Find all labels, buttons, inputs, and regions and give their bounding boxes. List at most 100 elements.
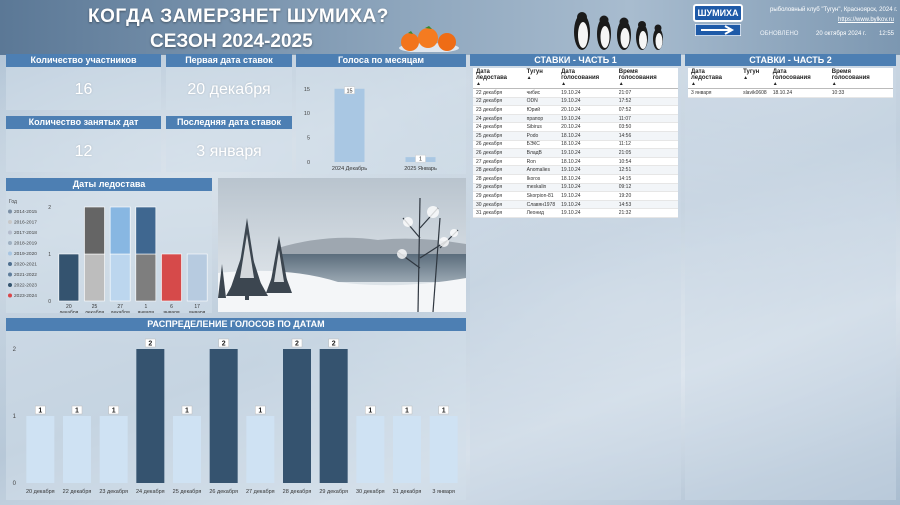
table-cell: Ikoros: [523, 174, 559, 184]
column-header[interactable]: Дата ледостава ▲: [688, 68, 741, 89]
legend-item: 2016-2017: [14, 220, 37, 226]
table-cell: прапор: [523, 114, 559, 124]
table-cell: Славян1978: [523, 200, 559, 210]
sort-icon[interactable]: ▲: [561, 81, 613, 87]
table-cell: 14:56: [615, 131, 678, 141]
column-header[interactable]: Тугун ▲: [523, 68, 559, 89]
table-row[interactable]: 30 декабря Славян1978 19.10.24 14:53: [473, 200, 678, 210]
y-tick-label: 0: [48, 299, 51, 305]
y-tick-label: 5: [307, 136, 310, 142]
winter-lake-photo: [218, 178, 466, 312]
table-row[interactable]: 22 декабря ODN 19.10.24 17:52: [473, 97, 678, 107]
ice-dates-chart: Год 2014-2015 2016-2017 2017-2018 2018-2019 2…: [8, 199, 208, 316]
sort-icon[interactable]: ▲: [619, 81, 675, 87]
votes-by-month-card: Голоса по месяцам 0 5 10 15 15 2024 Декабрь 1 2…: [296, 54, 466, 174]
table-row[interactable]: 31 декабря Леонид 19.10.24 21:32: [473, 208, 678, 218]
kpi-label: Количество участников: [6, 54, 161, 67]
club-info: рыболовный клуб "Тугун", Красноярск, 202…: [770, 7, 898, 13]
data-label: 2: [295, 341, 299, 348]
column-header[interactable]: Дата голосования ▲: [558, 68, 616, 89]
sort-icon[interactable]: ▲: [527, 75, 556, 81]
table-cell: Skorpion-81: [523, 191, 559, 201]
bar-segment: [109, 253, 131, 302]
table-cell: чибис: [523, 88, 559, 98]
y-tick-label: 15: [304, 87, 310, 93]
data-label: 1: [112, 408, 116, 415]
table-cell: 19.10.24: [558, 208, 616, 218]
kpi-label: Количество занятых дат: [6, 116, 161, 129]
table-cell: 19.10.24: [558, 114, 616, 124]
sort-icon[interactable]: ▲: [832, 81, 890, 87]
table-cell: 07:52: [615, 105, 678, 115]
table-row[interactable]: 26 декабря БЭКС 18.10.24 11:12: [473, 140, 678, 150]
table-cell: Anomalies: [523, 165, 559, 175]
bar-segment: [84, 206, 105, 255]
column-header[interactable]: Дата ледостава ▲: [473, 68, 524, 89]
y-tick-label: 2: [13, 347, 17, 353]
table-row[interactable]: 28 декабря Ikoros 18.10.24 14:15: [473, 174, 678, 184]
bar: [334, 88, 365, 162]
penguins-image: [574, 12, 663, 50]
table-cell: 23 декабря: [473, 105, 524, 115]
bar: [429, 416, 458, 483]
page-title: КОГДА ЗАМЕРЗНЕТ ШУМИХА?: [88, 6, 389, 27]
table-row[interactable]: 24 декабря Sibirus 20.10.24 03:50: [473, 122, 678, 132]
y-tick-label: 0: [13, 481, 17, 487]
header-banner: КОГДА ЗАМЕРЗНЕТ ШУМИХА? СЕЗОН 2024-2025 …: [0, 0, 900, 55]
data-label: 15: [346, 88, 352, 94]
bar-segment: [135, 253, 157, 302]
table-cell: 19.10.24: [558, 191, 616, 201]
table-cell: 18.10.24: [558, 174, 616, 184]
table-row[interactable]: 25 декабря Podo 18.10.24 14:56: [473, 131, 678, 141]
table-cell: 11:12: [615, 140, 678, 150]
table-cell: 20.10.24: [558, 105, 616, 115]
table-row[interactable]: 29 декабря meskalin 19.10.24 09:12: [473, 183, 678, 193]
table-cell: 26 декабря: [473, 140, 524, 150]
votes-by-month-chart: 0 5 10 15 15 2024 Декабрь 1 2025 Январь: [304, 86, 437, 172]
updated-date: 20 октября 2024 г.: [816, 31, 867, 37]
sort-icon[interactable]: ▲: [743, 75, 767, 81]
kpi-value: 3 января: [196, 143, 262, 160]
sort-icon[interactable]: ▲: [476, 81, 521, 87]
distribution-chart: 0 1 2 1 20 декабря 1 22 декабря 1 23 декабря 2 24 …: [13, 338, 458, 495]
data-label: 1: [75, 408, 79, 415]
data-label: 1: [442, 408, 446, 415]
legend-marker: [8, 230, 12, 235]
table-cell: 31 декабря: [473, 208, 524, 218]
table-row[interactable]: 23 декабря Юрий 20.10.24 07:52: [473, 105, 678, 115]
column-header[interactable]: Тугун ▲: [740, 68, 770, 89]
table-cell: 18.10.24: [769, 88, 829, 98]
table-cell: 28 декабря: [473, 165, 524, 175]
data-label: 2: [222, 341, 226, 348]
table-row[interactable]: 28 декабря Anomalies 19.10.24 12:51: [473, 165, 678, 175]
table-cell: Podo: [523, 131, 559, 141]
table-row[interactable]: 27 декабря Ron 18.10.24 10:54: [473, 157, 678, 167]
x-tick-label: 3 января: [432, 489, 455, 495]
table-cell: 19.10.24: [558, 148, 616, 158]
legend-title: Год: [9, 199, 17, 205]
column-header[interactable]: Время голосования ▲: [615, 68, 678, 89]
table-row[interactable]: 24 декабря прапор 19.10.24 11:07: [473, 114, 678, 124]
column-header[interactable]: Дата голосования ▲: [769, 68, 829, 89]
club-link[interactable]: https://www.bylkov.ru: [838, 17, 894, 23]
table-row[interactable]: 26 декабря ВладВ 19.10.24 21:05: [473, 148, 678, 158]
legend-marker: [8, 272, 12, 277]
x-tick-label: 31 декабря: [393, 489, 422, 495]
distribution-card: РАСПРЕДЕЛЕНИЕ ГОЛОСОВ ПО ДАТАМ 0 1 2 1 20 де…: [6, 318, 466, 500]
y-tick-label: 0: [307, 160, 310, 166]
sort-icon[interactable]: ▲: [691, 81, 737, 87]
table-row[interactable]: 22 декабря чибис 19.10.24 21:07: [473, 88, 678, 98]
table-cell: 18.10.24: [558, 140, 616, 150]
table-cell: 19.10.24: [558, 97, 616, 107]
sort-icon[interactable]: ▲: [773, 81, 826, 87]
x-tick-label: декабря: [85, 310, 104, 313]
x-tick-label: 2024 Декабрь: [332, 166, 367, 172]
column-header[interactable]: Время голосования ▲: [828, 68, 893, 89]
table-cell: meskalin: [523, 183, 559, 193]
table-cell: 27 декабря: [473, 157, 524, 167]
bar: [283, 349, 311, 483]
table-row[interactable]: 29 декабря Skorpion-81 19.10.24 19:20: [473, 191, 678, 201]
table-row[interactable]: 3 января slavik0608 18.10.24 10:33: [688, 88, 893, 98]
chart-title: Голоса по месяцам: [296, 54, 466, 67]
kpi-occupied-dates: Количество занятых дат 12: [6, 116, 161, 172]
